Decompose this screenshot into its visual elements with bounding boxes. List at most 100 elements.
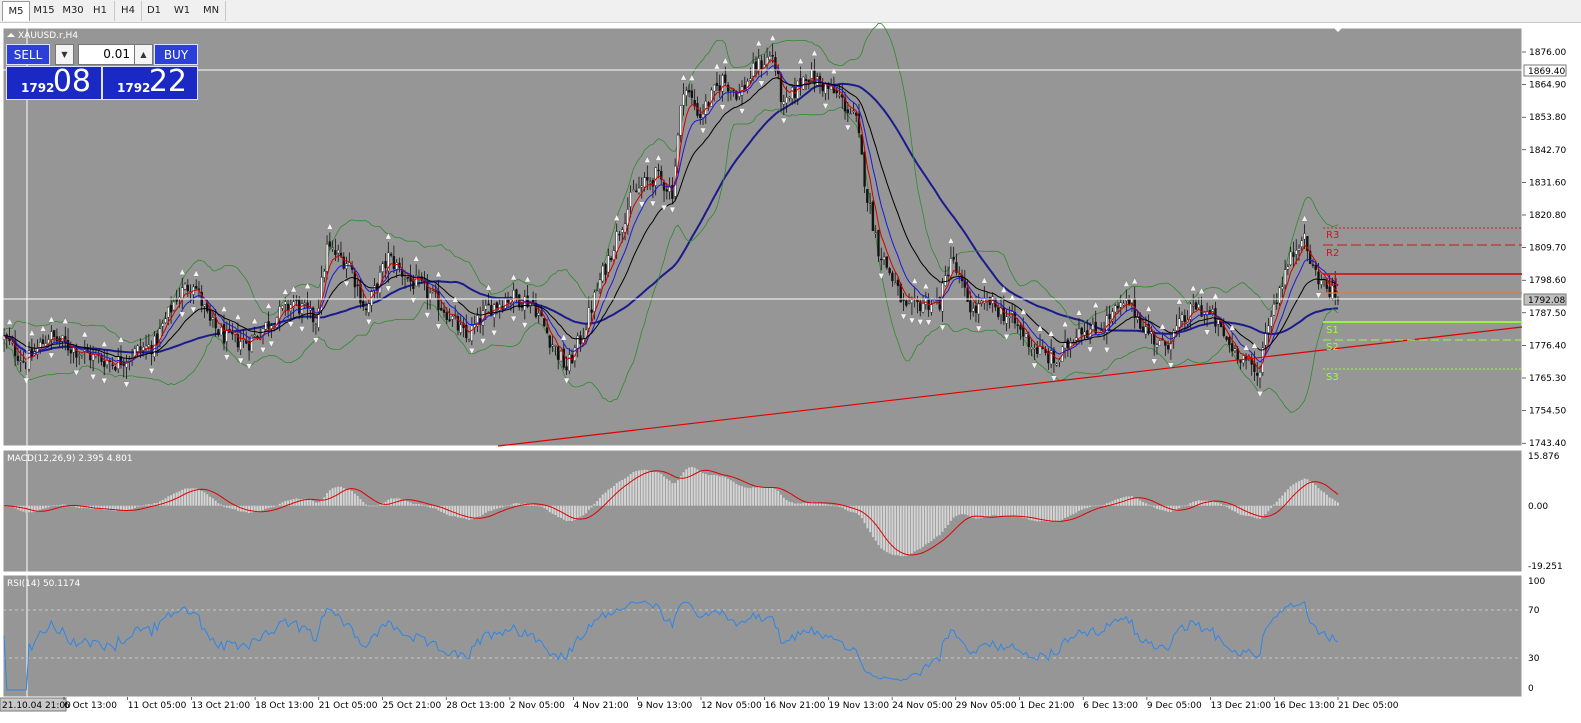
macd-histogram-bar xyxy=(807,502,810,506)
timeframe-m5-button[interactable]: M5 xyxy=(2,1,30,21)
macd-histogram-bar xyxy=(1289,486,1292,506)
timeframe-h1-button[interactable]: H1 xyxy=(88,1,112,21)
candle-body xyxy=(687,90,691,93)
candle-body xyxy=(1311,264,1315,266)
candle-body xyxy=(657,169,660,172)
candle-body xyxy=(554,345,557,347)
candle-body xyxy=(431,290,435,292)
candle-body xyxy=(905,300,908,306)
candle-body xyxy=(729,88,733,91)
candle-body xyxy=(1008,316,1011,318)
macd-histogram-bar xyxy=(1314,485,1317,506)
price-axis-label: 1876.00 xyxy=(1529,48,1566,58)
macd-histogram-bar xyxy=(752,487,755,506)
timeframe-m30-button[interactable]: M30 xyxy=(59,1,87,21)
price-axis-label: 1864.90 xyxy=(1529,81,1566,91)
macd-histogram-bar xyxy=(1064,505,1067,518)
macd-histogram-bar xyxy=(19,505,22,511)
timeframe-h4-button[interactable]: H4 xyxy=(114,1,142,21)
sell-button[interactable]: SELL xyxy=(6,44,50,65)
time-axis-label: 16 Nov 21:00 xyxy=(765,701,826,711)
lot-decrease-button[interactable]: ▼ xyxy=(55,44,74,65)
macd-histogram-bar xyxy=(211,498,214,506)
macd-histogram-bar xyxy=(746,487,749,506)
candle-body xyxy=(356,284,359,287)
buy-button[interactable]: BUY xyxy=(154,44,198,65)
macd-histogram-bar xyxy=(1156,505,1158,509)
macd-histogram-bar xyxy=(827,504,830,506)
macd-histogram-bar xyxy=(1334,500,1337,506)
candle-body xyxy=(1228,337,1231,346)
candle-body xyxy=(896,279,900,286)
macd-histogram-bar xyxy=(796,503,799,506)
candle-body xyxy=(1297,248,1301,251)
candle-body xyxy=(802,76,805,90)
macd-histogram-bar xyxy=(1005,505,1008,517)
candle-body xyxy=(284,301,287,305)
macd-histogram-bar xyxy=(949,505,952,521)
timeframe-d1-button[interactable]: D1 xyxy=(142,1,166,21)
candle-body xyxy=(579,335,582,345)
candle-body xyxy=(186,284,189,292)
candle-body xyxy=(565,366,568,371)
macd-histogram-bar xyxy=(1231,505,1234,511)
sell-price-box[interactable]: 1792 08 xyxy=(6,64,102,100)
macd-histogram-bar xyxy=(824,503,827,506)
macd-histogram-bar xyxy=(952,505,955,518)
macd-histogram-bar xyxy=(1286,489,1289,506)
macd-histogram-bar xyxy=(1041,505,1044,522)
price-chart[interactable]: R3 R2 R1 S1 S2 S3 XAUUSD.r,H4 1876.00 186… xyxy=(0,23,1581,723)
candle-body xyxy=(648,181,652,184)
time-axis-label: 19 Nov 13:00 xyxy=(828,701,889,711)
macd-histogram-bar xyxy=(688,467,691,506)
timeframe-m15-button[interactable]: M15 xyxy=(30,1,58,21)
macd-histogram-bar xyxy=(910,505,913,554)
macd-histogram-bar xyxy=(941,505,944,532)
macd-histogram-bar xyxy=(1130,496,1133,506)
candle-body xyxy=(891,272,894,282)
timeframe-mn-button[interactable]: MN xyxy=(197,1,226,21)
macd-histogram-bar xyxy=(278,503,281,506)
macd-histogram-bar xyxy=(596,501,599,506)
macd-histogram-bar xyxy=(805,502,808,506)
macd-histogram-bar xyxy=(571,505,574,522)
macd-histogram-bar xyxy=(679,476,682,506)
candle-body xyxy=(1066,339,1070,349)
macd-histogram-bar xyxy=(646,469,649,506)
candle-body xyxy=(428,292,432,299)
macd-histogram-bar xyxy=(1247,505,1250,517)
macd-histogram-bar xyxy=(735,483,738,506)
candle-body xyxy=(557,346,560,360)
candle-body xyxy=(1033,347,1036,350)
candle-body xyxy=(1289,251,1292,265)
macd-histogram-bar xyxy=(495,505,498,509)
macd-axis-top: 15.876 xyxy=(1528,452,1560,462)
macd-histogram-bar xyxy=(1253,505,1256,518)
timeframe-w1-button[interactable]: W1 xyxy=(168,1,196,21)
macd-histogram-bar xyxy=(1150,505,1153,507)
macd-histogram-bar xyxy=(161,499,164,506)
candle-body xyxy=(445,312,448,320)
macd-histogram-bar xyxy=(780,494,782,506)
candle-body xyxy=(114,366,117,371)
macd-histogram-bar xyxy=(554,505,557,516)
macd-histogram-bar xyxy=(1328,497,1331,506)
price-axis-label: 1831.60 xyxy=(1529,178,1566,188)
buy-price-box[interactable]: 1792 22 xyxy=(102,64,198,100)
macd-histogram-bar xyxy=(412,503,415,506)
candle-body xyxy=(183,283,187,290)
macd-histogram-bar xyxy=(214,500,217,506)
lot-size-input[interactable]: 0.01 xyxy=(78,44,135,65)
macd-histogram-bar xyxy=(958,505,961,515)
candle-body xyxy=(1178,318,1181,328)
macd-histogram-bar xyxy=(289,499,292,506)
macd-histogram-bar xyxy=(632,472,635,506)
macd-histogram-bar xyxy=(665,478,668,506)
candle-body xyxy=(743,84,746,90)
lot-increase-button[interactable]: ▲ xyxy=(134,44,153,65)
macd-histogram-bar xyxy=(704,473,707,506)
macd-histogram-bar xyxy=(1066,505,1069,517)
macd-histogram-bar xyxy=(741,486,743,506)
candle-body xyxy=(615,231,618,253)
candle-body xyxy=(974,305,978,314)
